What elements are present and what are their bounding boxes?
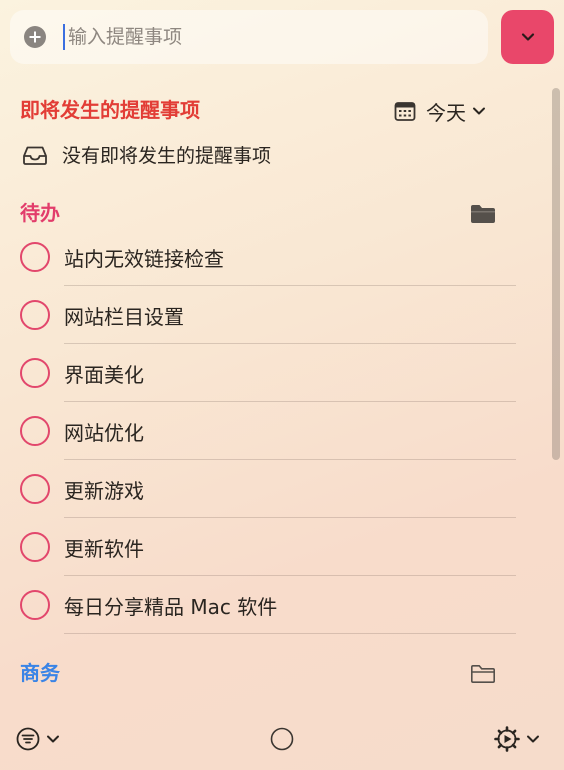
- filter-icon: [16, 727, 40, 751]
- empty-upcoming-message: 没有即将发生的提醒事项: [22, 141, 271, 168]
- todo-item[interactable]: 更新软件: [20, 518, 516, 576]
- upcoming-section-title: 即将发生的提醒事项: [20, 98, 200, 122]
- inbox-tray-icon: [23, 146, 47, 165]
- reminder-input[interactable]: [68, 20, 468, 54]
- complete-circle-button[interactable]: [20, 590, 50, 620]
- todo-item-label[interactable]: 每日分享精品 Mac 软件: [64, 591, 277, 620]
- empty-upcoming-text: 没有即将发生的提醒事项: [62, 145, 272, 167]
- complete-circle-button[interactable]: [20, 474, 50, 504]
- toggle-completed-button[interactable]: [270, 726, 294, 752]
- todo-item-label[interactable]: 网站优化: [64, 417, 144, 446]
- todo-section-title: 待办: [20, 201, 60, 225]
- todo-item[interactable]: 每日分享精品 Mac 软件: [20, 576, 516, 634]
- todo-item[interactable]: 网站优化: [20, 402, 516, 460]
- chevron-down-icon: [521, 33, 534, 41]
- date-picker-label: 今天: [426, 100, 466, 125]
- business-section-title: 商务: [20, 661, 60, 685]
- todo-item[interactable]: 网站栏目设置: [20, 286, 516, 344]
- chevron-down-icon: [47, 735, 59, 743]
- todo-item-label[interactable]: 更新游戏: [64, 475, 144, 504]
- calendar-icon: [394, 102, 416, 121]
- folder-icon[interactable]: [470, 203, 496, 225]
- folder-icon[interactable]: [470, 663, 496, 685]
- plus-circle-icon[interactable]: [24, 26, 46, 48]
- divider: [64, 633, 516, 634]
- text-caret: [63, 24, 65, 50]
- circle-icon: [270, 727, 294, 751]
- complete-circle-button[interactable]: [20, 300, 50, 330]
- todo-item[interactable]: 更新游戏: [20, 460, 516, 518]
- todo-item-label[interactable]: 网站栏目设置: [64, 301, 184, 330]
- complete-circle-button[interactable]: [20, 532, 50, 562]
- complete-circle-button[interactable]: [20, 242, 50, 272]
- filter-button[interactable]: [16, 726, 60, 752]
- date-picker[interactable]: 今天: [394, 98, 486, 125]
- chevron-down-icon: [527, 735, 539, 743]
- todo-item-label[interactable]: 界面美化: [64, 359, 144, 388]
- settings-button[interactable]: [494, 726, 540, 752]
- menu-button[interactable]: [501, 10, 554, 64]
- todo-item[interactable]: 界面美化: [20, 344, 516, 402]
- chevron-down-icon: [473, 107, 485, 115]
- todo-item[interactable]: 站内无效链接检查: [20, 228, 516, 286]
- scrollbar[interactable]: [552, 88, 560, 460]
- complete-circle-button[interactable]: [20, 358, 50, 388]
- todo-item-label[interactable]: 站内无效链接检查: [64, 243, 224, 272]
- gear-icon: [494, 726, 520, 752]
- quick-add-bar[interactable]: [10, 10, 488, 64]
- todo-item-label[interactable]: 更新软件: [64, 533, 144, 562]
- complete-circle-button[interactable]: [20, 416, 50, 446]
